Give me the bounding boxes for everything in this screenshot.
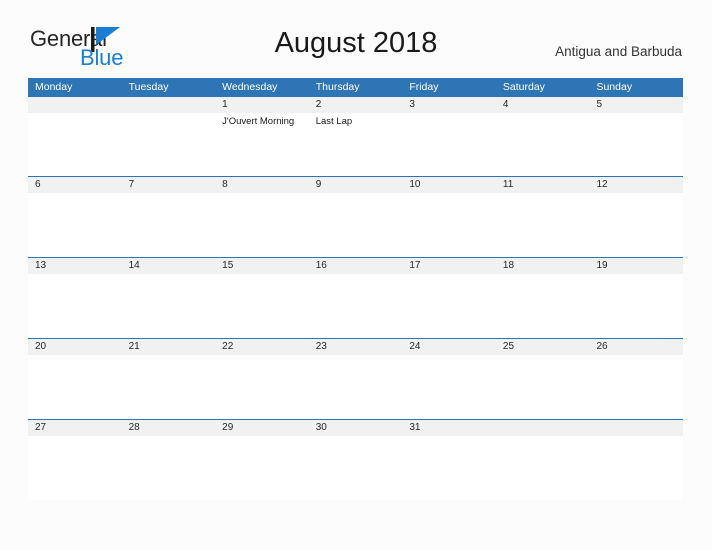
week-date-band: 6 7 8 9 10 11 12 (28, 177, 683, 193)
day-cell[interactable] (28, 274, 122, 338)
week-date-band: 27 28 29 30 31 (28, 420, 683, 436)
day-number[interactable]: 16 (309, 258, 403, 274)
day-cell[interactable] (309, 193, 403, 257)
day-cell[interactable] (402, 274, 496, 338)
day-number[interactable] (496, 420, 590, 436)
day-header-wednesday: Wednesday (222, 81, 278, 93)
day-number[interactable]: 6 (28, 177, 122, 193)
day-header-saturday: Saturday (502, 81, 545, 93)
day-cell[interactable] (496, 113, 590, 176)
day-number[interactable]: 15 (215, 258, 309, 274)
day-number[interactable]: 23 (309, 339, 403, 355)
day-cell[interactable] (402, 113, 496, 176)
day-number[interactable]: 20 (28, 339, 122, 355)
calendar-week-row: 27 28 29 30 31 (28, 419, 683, 500)
day-number[interactable]: 7 (122, 177, 216, 193)
day-number[interactable]: 4 (496, 97, 590, 113)
day-cell[interactable] (122, 355, 216, 419)
day-cell[interactable]: Last Lap (309, 113, 403, 176)
calendar-page: General Blue August 2018 Antigua and Bar… (0, 0, 712, 550)
day-cell[interactable] (28, 193, 122, 257)
day-cell[interactable]: J'Ouvert Morning (215, 113, 309, 176)
day-header-tuesday: Tuesday (128, 81, 169, 93)
day-cell[interactable] (496, 355, 590, 419)
day-cell[interactable] (215, 355, 309, 419)
day-number[interactable]: 12 (589, 177, 683, 193)
day-cell[interactable] (309, 436, 403, 500)
day-number[interactable]: 13 (28, 258, 122, 274)
day-number[interactable]: 5 (589, 97, 683, 113)
day-header-thursday: Thursday (315, 81, 360, 93)
day-number[interactable]: 27 (28, 420, 122, 436)
day-header-friday: Friday (409, 81, 439, 93)
day-number[interactable]: 9 (309, 177, 403, 193)
day-cell[interactable] (496, 274, 590, 338)
day-number[interactable] (28, 97, 122, 113)
day-cell[interactable] (122, 274, 216, 338)
day-cell[interactable] (309, 274, 403, 338)
day-number[interactable]: 25 (496, 339, 590, 355)
week-event-band (28, 274, 683, 338)
calendar-week-row: 20 21 22 23 24 25 26 (28, 338, 683, 419)
day-number[interactable]: 21 (122, 339, 216, 355)
day-cell[interactable] (122, 193, 216, 257)
day-cell[interactable] (402, 355, 496, 419)
day-number[interactable]: 22 (215, 339, 309, 355)
week-date-band: 1 2 3 4 5 (28, 97, 683, 113)
day-cell[interactable] (215, 436, 309, 500)
day-number[interactable]: 17 (402, 258, 496, 274)
day-number[interactable]: 26 (589, 339, 683, 355)
page-header: General Blue August 2018 Antigua and Bar… (0, 0, 712, 70)
day-cell[interactable] (28, 355, 122, 419)
calendar-week-row: 13 14 15 16 17 18 19 (28, 257, 683, 338)
week-date-band: 20 21 22 23 24 25 26 (28, 339, 683, 355)
day-cell[interactable] (589, 113, 683, 176)
event-label[interactable]: J'Ouvert Morning (222, 116, 305, 128)
week-date-band: 13 14 15 16 17 18 19 (28, 258, 683, 274)
week-event-band (28, 436, 683, 500)
region-label: Antigua and Barbuda (555, 44, 682, 59)
day-number[interactable]: 24 (402, 339, 496, 355)
day-number[interactable]: 31 (402, 420, 496, 436)
day-number[interactable]: 11 (496, 177, 590, 193)
calendar-grid: Monday Tuesday Wednesday Thursday Friday… (28, 78, 683, 500)
day-cell[interactable] (496, 193, 590, 257)
day-number[interactable]: 18 (496, 258, 590, 274)
day-number[interactable]: 14 (122, 258, 216, 274)
calendar-week-row: 6 7 8 9 10 11 12 (28, 176, 683, 257)
day-number[interactable]: 29 (215, 420, 309, 436)
week-event-band (28, 193, 683, 257)
day-number[interactable]: 19 (589, 258, 683, 274)
day-number[interactable]: 8 (215, 177, 309, 193)
day-cell[interactable] (589, 355, 683, 419)
day-of-week-header-row: Monday Tuesday Wednesday Thursday Friday… (28, 78, 683, 96)
day-cell[interactable] (402, 436, 496, 500)
day-header-monday: Monday (35, 81, 73, 93)
day-header-sunday: Sunday (596, 81, 633, 93)
day-cell[interactable] (122, 113, 216, 176)
day-number[interactable]: 3 (402, 97, 496, 113)
day-number[interactable]: 1 (215, 97, 309, 113)
day-cell[interactable] (402, 193, 496, 257)
calendar-week-row: 1 2 3 4 5 J'Ouvert Morning Last Lap (28, 96, 683, 176)
day-cell[interactable] (496, 436, 590, 500)
day-number[interactable]: 30 (309, 420, 403, 436)
event-label[interactable]: Last Lap (316, 116, 399, 128)
day-number[interactable] (589, 420, 683, 436)
day-number[interactable]: 2 (309, 97, 403, 113)
day-cell[interactable] (309, 355, 403, 419)
day-number[interactable] (122, 97, 216, 113)
day-cell[interactable] (28, 436, 122, 500)
day-cell[interactable] (215, 193, 309, 257)
day-cell[interactable] (122, 436, 216, 500)
day-cell[interactable] (28, 113, 122, 176)
week-event-band (28, 355, 683, 419)
day-cell[interactable] (215, 274, 309, 338)
day-number[interactable]: 28 (122, 420, 216, 436)
day-cell[interactable] (589, 193, 683, 257)
day-cell[interactable] (589, 436, 683, 500)
day-cell[interactable] (589, 274, 683, 338)
week-event-band: J'Ouvert Morning Last Lap (28, 113, 683, 176)
day-number[interactable]: 10 (402, 177, 496, 193)
